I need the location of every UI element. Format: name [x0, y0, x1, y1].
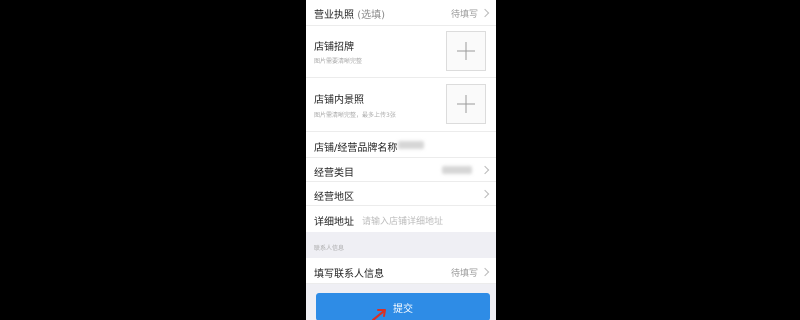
chevron-right-icon	[480, 8, 490, 18]
license-status: 待填写	[450, 10, 478, 20]
interior-photo-hint: 图片需清晰完整，最多上传3张	[314, 112, 396, 119]
sign-photo-upload-button[interactable]	[446, 31, 486, 71]
contact-section-header: 联系人信息	[306, 234, 496, 258]
submit-button[interactable]: 提交	[316, 293, 490, 320]
interior-photo-row: 店铺内景照 图片需清晰完整，最多上传3张	[306, 78, 496, 132]
contact-row[interactable]: 填写联系人信息 待填写	[306, 258, 496, 284]
license-optional-tag: (选填)	[357, 10, 385, 21]
license-label: 营业执照	[314, 10, 354, 21]
license-label-wrap: 营业执照 (选填)	[314, 6, 385, 21]
chevron-right-icon	[480, 165, 490, 175]
category-row[interactable]: 经营类目	[306, 158, 496, 182]
address-row[interactable]: 详细地址 请输入店铺详细地址	[306, 206, 496, 232]
interior-photo-upload-button[interactable]	[446, 84, 486, 124]
brand-name-row[interactable]: 店铺/经营品牌名称	[306, 132, 496, 158]
red-arrow-annotation	[372, 309, 386, 320]
sign-photo-label: 店铺招牌	[314, 42, 354, 53]
address-label: 详细地址	[314, 217, 354, 228]
contact-label: 填写联系人信息	[314, 269, 384, 280]
interior-photo-label: 店铺内景照	[314, 95, 364, 106]
category-value-blurred	[442, 166, 472, 174]
contact-status: 待填写	[450, 269, 478, 279]
region-row[interactable]: 经营地区	[306, 182, 496, 206]
sign-photo-hint: 图片需要清晰完整	[314, 58, 363, 65]
brand-name-value-blurred	[398, 141, 424, 149]
address-input[interactable]: 请输入店铺详细地址	[362, 214, 443, 227]
chevron-right-icon	[480, 267, 490, 277]
license-row[interactable]: 营业执照 (选填) 待填写	[306, 0, 496, 26]
region-label: 经营地区	[314, 192, 354, 203]
sign-photo-row: 店铺招牌 图片需要清晰完整	[306, 26, 496, 78]
form-screen: 营业执照 (选填) 待填写 店铺招牌 图片需要清晰完整 店铺内景照 图片需清晰完…	[306, 0, 496, 320]
brand-name-label: 店铺/经营品牌名称	[314, 143, 398, 154]
category-label: 经营类目	[314, 168, 354, 179]
chevron-right-icon	[480, 189, 490, 199]
contact-section-title: 联系人信息	[314, 245, 345, 252]
